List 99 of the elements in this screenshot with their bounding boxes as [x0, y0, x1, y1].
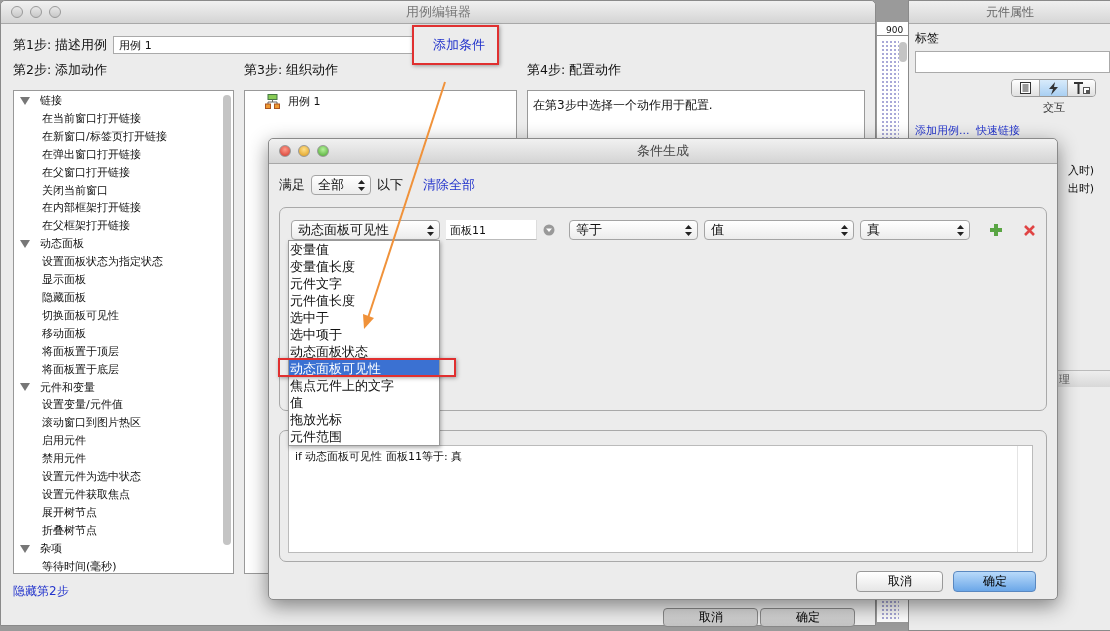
action-item[interactable]: 在当前窗口打开链接 — [42, 111, 141, 125]
action-item[interactable]: 设置元件获取焦点 — [42, 487, 130, 501]
operator-select[interactable]: 等于 — [569, 220, 698, 240]
menu-option[interactable]: 元件值长度 — [289, 292, 439, 309]
dropdown-circle-icon[interactable] — [543, 224, 555, 236]
menu-option[interactable]: 变量值长度 — [289, 258, 439, 275]
match-label: 满足 — [279, 176, 305, 194]
action-item[interactable]: 在父框架打开链接 — [42, 219, 130, 233]
step-label: 第1步: 描述用例 — [13, 36, 108, 54]
delete-icon[interactable] — [1024, 224, 1035, 236]
expand-triangle-icon[interactable] — [20, 383, 30, 392]
updown-arrows-icon — [957, 224, 964, 236]
panel-title: 元件属性 — [985, 3, 1034, 21]
panel-tab[interactable] — [1012, 80, 1040, 96]
add-condition-link[interactable]: 添加条件 — [433, 36, 486, 54]
panel-tab[interactable] — [1040, 80, 1068, 96]
menu-option[interactable]: 值 — [289, 394, 439, 411]
updown-arrows-icon — [841, 224, 848, 236]
category-label[interactable]: 动态面板 — [40, 235, 84, 254]
scrollbar[interactable] — [899, 42, 907, 62]
condition-description: if 动态面板可见性 面板11等于: 真 — [295, 450, 463, 463]
document-icon — [1020, 82, 1031, 94]
plus-icon[interactable] — [990, 224, 1002, 236]
action-item[interactable]: 折叠树节点 — [42, 523, 97, 537]
action-item[interactable]: 移动面板 — [42, 326, 86, 340]
menu-option[interactable]: 拖放光标 — [289, 411, 439, 428]
category-label[interactable]: 链接 — [40, 92, 62, 110]
updown-arrows-icon — [685, 224, 692, 236]
expand-triangle-icon[interactable] — [20, 240, 30, 249]
panel-link[interactable]: 添加用例... — [915, 123, 970, 138]
action-item[interactable]: 设置面板状态为指定状态 — [42, 255, 163, 269]
label-field[interactable] — [915, 51, 1110, 73]
step-label: 第3步: 组织动作 — [244, 62, 340, 79]
hide-step-link[interactable]: 隐藏第2步 — [13, 584, 69, 598]
action-item[interactable]: 将面板置于顶层 — [42, 344, 119, 358]
zoom-button[interactable] — [317, 145, 329, 157]
dialog-button[interactable]: 确定 — [760, 608, 855, 627]
step-label: 第2步: 添加动作 — [13, 62, 109, 79]
action-item[interactable]: 滚动窗口到图片热区 — [42, 416, 141, 430]
menu-option[interactable]: 动态面板状态 — [289, 343, 439, 360]
match-suffix: 以下 — [377, 176, 403, 194]
action-item[interactable]: 切换面板可见性 — [42, 308, 119, 322]
text-style-icon — [1073, 82, 1090, 94]
scrollbar[interactable] — [223, 95, 231, 545]
event-label: 出时) — [1067, 181, 1094, 197]
clear-all-link[interactable]: 清除全部 — [423, 176, 475, 194]
action-item[interactable]: 展开树节点 — [42, 505, 97, 519]
minimize-button[interactable] — [30, 6, 42, 18]
menu-option[interactable]: 选中项于 — [289, 326, 439, 343]
updown-arrows-icon — [427, 224, 434, 236]
action-item[interactable]: 在父窗口打开链接 — [42, 165, 130, 179]
action-item[interactable]: 设置元件为选中状态 — [42, 470, 141, 484]
dialog-button[interactable]: 取消 — [856, 571, 943, 592]
value-kind-select[interactable]: 值 — [704, 220, 854, 240]
menu-option[interactable]: 元件范围 — [289, 428, 439, 445]
value-select[interactable]: 真 — [860, 220, 970, 240]
config-hint: 在第3步中选择一个动作用于配置. — [533, 98, 713, 112]
window-title: 用例编辑器 — [405, 4, 471, 19]
field-label: 标签 — [915, 30, 940, 47]
action-item[interactable]: 设置变量/元件值 — [42, 398, 123, 412]
target-field[interactable]: 面板11 — [446, 220, 537, 240]
action-item[interactable]: 在内部框架打开链接 — [42, 201, 141, 215]
action-item[interactable]: 等待时间(毫秒) — [42, 559, 117, 573]
menu-option[interactable]: 变量值 — [289, 241, 439, 258]
case-name-field[interactable]: 用例 1 — [113, 36, 414, 54]
tab-caption: 交互 — [1042, 100, 1065, 115]
condition-type-select[interactable]: 动态面板可见性 — [291, 220, 440, 240]
updown-arrows-icon — [358, 179, 365, 191]
case-node[interactable]: 用例 1 — [288, 94, 321, 109]
dialog-button[interactable]: 取消 — [663, 608, 758, 627]
expand-triangle-icon[interactable] — [20, 544, 30, 553]
category-label[interactable]: 元件和变量 — [40, 378, 95, 397]
menu-option[interactable]: 元件文字 — [289, 275, 439, 292]
flowchart-icon — [265, 94, 280, 109]
category-label[interactable]: 杂项 — [40, 539, 62, 558]
action-item[interactable]: 禁用元件 — [42, 452, 86, 466]
close-button[interactable] — [11, 6, 23, 18]
menu-option[interactable]: 焦点元件上的文字 — [289, 377, 439, 394]
panel-link[interactable]: 快速链接 — [975, 123, 1020, 138]
action-item[interactable]: 显示面板 — [42, 273, 86, 287]
zoom-button[interactable] — [49, 6, 61, 18]
dialog-title: 条件生成 — [637, 143, 689, 158]
action-item[interactable]: 隐藏面板 — [42, 290, 86, 304]
panel-tab[interactable] — [1068, 80, 1095, 96]
action-item[interactable]: 将面板置于底层 — [42, 362, 119, 376]
match-select[interactable]: 全部 — [311, 175, 371, 195]
menu-option[interactable]: 选中于 — [289, 309, 439, 326]
action-item[interactable]: 启用元件 — [42, 434, 86, 448]
event-label: 入时) — [1067, 163, 1094, 179]
dialog-button[interactable]: 确定 — [953, 571, 1036, 592]
description-area[interactable]: if 动态面板可见性 面板11等于: 真 — [288, 445, 1033, 553]
lightning-icon — [1048, 81, 1059, 95]
action-item[interactable]: 在弹出窗口打开链接 — [42, 147, 141, 161]
close-button[interactable] — [279, 145, 291, 157]
action-item[interactable]: 在新窗口/标签页打开链接 — [42, 129, 167, 143]
minimize-button[interactable] — [298, 145, 310, 157]
action-item[interactable]: 关闭当前窗口 — [42, 183, 108, 197]
step-label: 第4步: 配置动作 — [527, 62, 623, 79]
expand-triangle-icon[interactable] — [20, 96, 30, 105]
